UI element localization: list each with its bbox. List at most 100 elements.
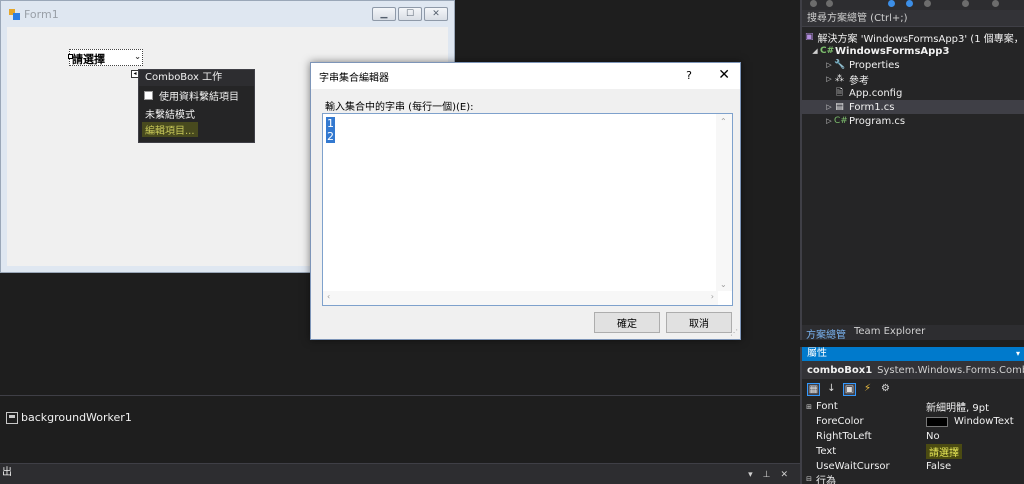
component-label: backgroundWorker1 xyxy=(21,411,132,424)
explorer-tabs: 方案總管 Team Explorer xyxy=(802,325,1024,341)
collection-input-label: 輸入集合中的字串 (每行一個)(E): xyxy=(325,102,474,113)
checkbox-icon[interactable] xyxy=(144,90,153,100)
collapse-icon[interactable]: ⊟ xyxy=(802,475,816,483)
wrench-icon: 🔧 xyxy=(834,59,846,70)
tree-item-label: 參考 xyxy=(849,75,869,87)
output-label: 出 xyxy=(2,467,12,478)
properties-title: 屬性 ▾ xyxy=(802,347,1024,361)
tree-item-label: Properties xyxy=(849,59,900,71)
csharp-project-icon: C# xyxy=(820,45,835,56)
events-icon[interactable]: ⚡ xyxy=(861,383,874,396)
scroll-up-icon[interactable]: ⌃ xyxy=(720,117,727,126)
tree-item-label: Form1.cs xyxy=(849,101,895,113)
back-icon[interactable] xyxy=(810,0,817,7)
settings-icon[interactable] xyxy=(962,0,969,7)
resize-grip-icon[interactable]: ⋰ xyxy=(730,328,738,337)
tray-component[interactable]: backgroundWorker1 xyxy=(6,411,132,424)
combobox-control[interactable]: 請選擇 ⌄ xyxy=(69,49,143,66)
tree-item-label: Program.cs xyxy=(849,115,906,127)
unbound-mode-label: 未繫結模式 xyxy=(145,109,195,121)
expanded-arrow-icon[interactable]: ◢ xyxy=(810,47,820,55)
forward-icon[interactable] xyxy=(826,0,833,7)
pin-icon[interactable]: ⊥ xyxy=(763,466,771,484)
text-value-highlighted[interactable]: 請選擇 xyxy=(926,444,962,459)
vertical-scrollbar[interactable]: ⌃ ⌄ xyxy=(716,114,732,291)
categorized-icon[interactable]: ▦ xyxy=(807,382,820,396)
refresh-icon[interactable] xyxy=(906,0,913,7)
dropdown-icon[interactable]: ▾ xyxy=(1016,347,1020,361)
string-collection-textarea[interactable]: 1 2 ⌃ ⌄ ‹ › xyxy=(322,113,733,306)
scroll-down-icon[interactable]: ⌄ xyxy=(720,280,727,289)
solution-search-input[interactable]: 搜尋方案總管 (Ctrl+;) xyxy=(802,10,1024,27)
config-file-icon: 🗎 xyxy=(835,87,844,98)
references-icon: ⁂ xyxy=(835,73,844,84)
object-type: System.Windows.Forms.ComboBox xyxy=(877,364,1024,376)
solution-explorer: 搜尋方案總管 (Ctrl+;) ▣ 解決方案 'WindowsFormsApp3… xyxy=(800,0,1024,341)
checkbox-label: 使用資料繫結項目 xyxy=(159,91,239,103)
resize-handle-left[interactable] xyxy=(68,54,73,59)
tree-item-solution[interactable]: ▣ 解決方案 'WindowsFormsApp3' (1 個專案，共 xyxy=(802,30,1024,45)
minimize-icon[interactable]: ▁ xyxy=(372,7,396,21)
ok-button[interactable]: 確定 xyxy=(594,312,660,333)
scroll-left-icon[interactable]: ‹ xyxy=(327,292,330,301)
solution-toolbar xyxy=(802,0,1024,10)
string-collection-editor-dialog: 字串集合編輯器 ? ✕ 輸入集合中的字串 (每行一個)(E): 1 2 ⌃ ⌄ … xyxy=(310,62,741,340)
object-selector[interactable]: comboBox1 System.Windows.Forms.ComboBox xyxy=(802,361,1024,379)
use-data-bound-items-option[interactable]: 使用資料繫結項目 xyxy=(139,86,254,104)
edit-items-link[interactable]: 編輯項目... xyxy=(142,122,198,137)
properties-icon[interactable]: ▣ xyxy=(843,382,856,396)
close-icon[interactable]: ✕ xyxy=(780,466,788,484)
collapse-icon[interactable] xyxy=(924,0,931,7)
collapsed-arrow-icon[interactable]: ▷ xyxy=(824,61,834,69)
component-tray: backgroundWorker1 xyxy=(0,395,800,457)
dialog-titlebar[interactable]: 字串集合編輯器 ? ✕ xyxy=(311,63,740,89)
property-row-text[interactable]: Text 請選擇 xyxy=(802,444,1024,459)
tree-item-references[interactable]: ▷ ⁂ 參考 xyxy=(802,72,1024,87)
form-file-icon: ▤ xyxy=(835,101,844,112)
cancel-button[interactable]: 取消 xyxy=(666,312,732,333)
property-row-righttoleft[interactable]: RightToLeft No xyxy=(802,429,1024,444)
tree-item-properties[interactable]: ▷ 🔧 Properties xyxy=(802,58,1024,72)
chevron-down-icon[interactable]: ⌄ xyxy=(134,52,141,61)
tree-item-label: App.config xyxy=(849,87,903,99)
csharp-file-icon: C# xyxy=(834,115,848,126)
tree-item-project[interactable]: ◢ C# WindowsFormsApp3 xyxy=(802,44,1024,58)
property-row-forecolor[interactable]: ForeColor WindowText xyxy=(802,414,1024,429)
property-row-usewaitcursor[interactable]: UseWaitCursor False xyxy=(802,459,1024,474)
alphabetical-icon[interactable]: ↓ xyxy=(825,383,838,396)
close-icon[interactable]: ✕ xyxy=(424,7,448,21)
close-button[interactable]: ✕ xyxy=(718,67,730,83)
solution-icon: ▣ xyxy=(805,31,814,42)
output-panel-header[interactable]: 出 ▾ ⊥ ✕ xyxy=(0,463,800,484)
tree-item-program[interactable]: ▷ C# Program.cs xyxy=(802,114,1024,128)
text-line: 2 xyxy=(326,130,335,143)
textarea-lines: 1 2 xyxy=(326,117,335,143)
background-worker-icon xyxy=(6,411,18,424)
form-icon xyxy=(9,8,20,20)
help-button[interactable]: ? xyxy=(686,69,692,82)
tree-item-form1[interactable]: ▷ ▤ Form1.cs xyxy=(802,100,1024,114)
tree-item-app-config[interactable]: 🗎 App.config xyxy=(802,86,1024,100)
tab-team-explorer[interactable]: Team Explorer xyxy=(850,325,929,340)
tree-item-label: 解決方案 'WindowsFormsApp3' (1 個專案，共 xyxy=(817,33,1024,45)
horizontal-scrollbar[interactable]: ‹ › xyxy=(323,291,718,305)
dialog-title: 字串集合編輯器 xyxy=(319,72,389,84)
form1-title: Form1 xyxy=(24,7,59,21)
dropdown-icon[interactable]: ▾ xyxy=(748,466,753,484)
sync-icon[interactable] xyxy=(888,0,895,7)
color-swatch xyxy=(926,416,948,427)
property-row-font[interactable]: ⊞ Font 新細明體, 9pt xyxy=(802,399,1024,414)
property-category-behavior[interactable]: ⊟ 行為 xyxy=(802,474,1024,484)
collapsed-arrow-icon[interactable]: ▷ xyxy=(824,75,834,83)
combobox-text: 請選擇 xyxy=(72,53,105,66)
collapsed-arrow-icon[interactable]: ▷ xyxy=(824,117,834,125)
property-pages-icon[interactable]: ⚙ xyxy=(879,383,892,396)
tree-item-label: WindowsFormsApp3 xyxy=(835,45,950,57)
maximize-icon[interactable]: ☐ xyxy=(398,7,422,21)
scroll-right-icon[interactable]: › xyxy=(711,292,714,301)
combobox-smart-tag-panel: ComboBox 工作 使用資料繫結項目 未繫結模式 編輯項目... xyxy=(138,69,255,143)
expand-icon[interactable]: ⊞ xyxy=(802,403,816,411)
preview-icon[interactable] xyxy=(992,0,999,7)
collapsed-arrow-icon[interactable]: ▷ xyxy=(824,103,834,111)
tab-solution-explorer[interactable]: 方案總管 xyxy=(802,325,850,341)
